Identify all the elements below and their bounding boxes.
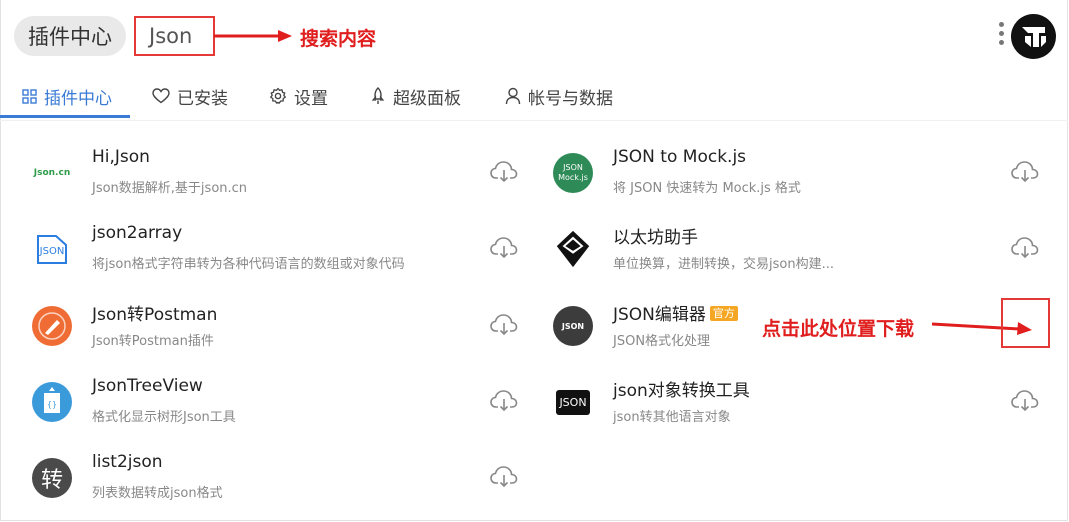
mockjs-logo-icon: JSON Mock.js — [553, 153, 593, 193]
json2array-logo-icon: JSON — [32, 229, 72, 269]
plugin-item-json-object-converter[interactable]: JSON json对象转换工具 json转其他语言对象 — [553, 376, 1053, 436]
plugin-desc: 列表数据转成json格式 — [92, 486, 223, 501]
tab-super-panel[interactable]: 超级面板 — [370, 74, 461, 118]
plugin-name: JsonTreeView — [92, 376, 203, 396]
plugin-name: list2json — [92, 452, 163, 472]
tab-label: 设置 — [294, 88, 328, 109]
annotation-download-label: 点击此处位置下载 — [762, 318, 915, 340]
plugin-desc: 格式化显示树形Json工具 — [92, 410, 236, 425]
plugin-name: 以太坊助手 — [613, 228, 698, 248]
plugin-name: Hi,Json — [92, 147, 150, 167]
cloud-download-icon[interactable] — [490, 464, 518, 488]
app-title: 插件中心 — [28, 25, 112, 49]
plugin-item-json2array[interactable]: JSON json2array 将json格式字符串转为各种代码语言的数组或对象… — [32, 223, 532, 283]
plugin-desc: json转其他语言对象 — [613, 410, 731, 425]
plugin-name: json对象转换工具 — [613, 381, 750, 401]
plugin-item-list2json[interactable]: 转 list2json 列表数据转成json格式 — [32, 452, 532, 512]
more-options-icon[interactable] — [996, 22, 1006, 52]
json-converter-logo-icon: JSON — [553, 382, 593, 422]
plugin-name: JSON to Mock.js — [613, 147, 747, 167]
tab-plugin-center[interactable]: 插件中心 — [22, 74, 112, 118]
gear-icon — [270, 87, 286, 104]
plugin-name: json2array — [92, 223, 183, 243]
download-button-highlight[interactable] — [1001, 298, 1050, 348]
plugin-item-ethereum-helper[interactable]: 以太坊助手 单位换算，进制转换，交易json构建... — [553, 223, 1053, 283]
plugin-name: JSON编辑器 官方 — [613, 300, 738, 325]
tab-label: 已安装 — [177, 88, 228, 109]
cloud-download-icon[interactable] — [490, 235, 518, 259]
jsontreeview-logo-icon: {} — [32, 382, 72, 422]
grid-icon — [22, 88, 37, 104]
ethereum-logo-icon — [553, 229, 593, 269]
search-input-value: Json — [149, 24, 193, 48]
plugin-desc: 单位换算，进制转换，交易json构建... — [613, 257, 834, 272]
user-avatar-icon — [1011, 14, 1056, 59]
svg-text:{}: {} — [47, 400, 57, 409]
tab-account-data[interactable]: 帐号与数据 — [505, 74, 613, 118]
cloud-download-icon[interactable] — [1011, 388, 1039, 412]
json-editor-logo-icon: JSON — [553, 306, 593, 346]
plugin-item-json-postman[interactable]: Json转Postman Json转Postman插件 — [32, 300, 532, 360]
plugin-item-jsontreeview[interactable]: {} JsonTreeView 格式化显示树形Json工具 — [32, 376, 532, 436]
cloud-download-icon[interactable] — [1011, 235, 1039, 259]
cloud-download-icon[interactable] — [490, 159, 518, 183]
hi-json-logo-icon: Json.cn — [32, 153, 72, 193]
tab-bar: 插件中心 已安装 设置 超级面板 帐号与数据 — [0, 74, 1068, 118]
postman-logo-icon — [32, 306, 72, 346]
list2json-logo-icon: 转 — [32, 458, 72, 498]
plugin-desc: Json数据解析,基于json.cn — [92, 181, 248, 196]
app-title-pill[interactable]: 插件中心 — [14, 16, 126, 56]
tab-label: 帐号与数据 — [528, 88, 613, 109]
tab-label: 插件中心 — [44, 88, 112, 109]
annotation-arrow-search — [214, 30, 292, 42]
tab-label: 超级面板 — [393, 88, 461, 109]
official-badge: 官方 — [709, 306, 738, 321]
user-icon — [505, 87, 521, 105]
cloud-download-icon[interactable] — [490, 312, 518, 336]
plugin-item-json-to-mockjs[interactable]: JSON Mock.js JSON to Mock.js 将 JSON 快速转为… — [553, 147, 1053, 207]
cloud-download-icon[interactable] — [1011, 159, 1039, 183]
search-input[interactable]: Json — [134, 16, 215, 56]
svg-text:JSON: JSON — [39, 246, 65, 257]
tab-active-indicator — [0, 115, 130, 118]
plugin-name-text: JSON编辑器 — [613, 305, 706, 325]
heart-icon — [152, 88, 170, 104]
avatar[interactable] — [1011, 14, 1056, 59]
plugin-desc: JSON格式化处理 — [613, 334, 711, 349]
cloud-download-icon[interactable] — [490, 388, 518, 412]
plugin-item-hi-json[interactable]: Json.cn Hi,Json Json数据解析,基于json.cn — [32, 147, 532, 207]
tab-divider — [0, 120, 1068, 121]
plugin-desc: 将json格式字符串转为各种代码语言的数组或对象代码 — [92, 257, 405, 272]
rocket-icon — [371, 87, 385, 104]
annotation-search-label: 搜索内容 — [300, 28, 377, 50]
tab-installed[interactable]: 已安装 — [152, 74, 228, 118]
plugin-name: Json转Postman — [92, 305, 218, 325]
tab-settings[interactable]: 设置 — [269, 74, 328, 118]
plugin-desc: 将 JSON 快速转为 Mock.js 格式 — [613, 181, 801, 196]
plugin-desc: Json转Postman插件 — [92, 334, 214, 349]
